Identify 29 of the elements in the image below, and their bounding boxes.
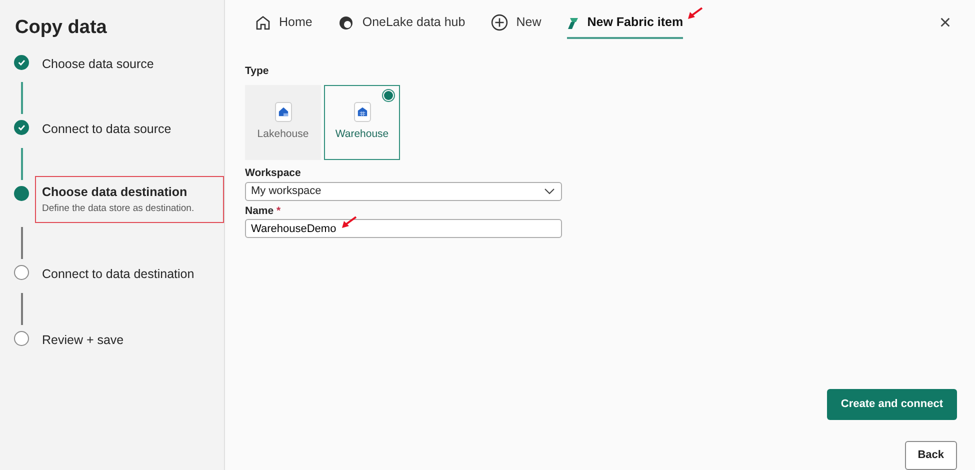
close-button[interactable]: × (933, 12, 957, 34)
warehouse-icon (356, 106, 368, 118)
name-label: Name * (245, 204, 282, 218)
tab[interactable]: New Fabric item (567, 7, 684, 39)
step-label: Choose data destination (42, 184, 188, 201)
step-label: Choose data source (42, 56, 155, 72)
tab[interactable]: New (491, 7, 542, 39)
type-label: Type (245, 64, 270, 79)
hub-icon (338, 14, 354, 30)
home-icon (255, 14, 271, 30)
type-option[interactable]: Lakehouse (245, 84, 321, 160)
type-option[interactable]: Warehouse (324, 84, 400, 160)
tab[interactable]: Home (255, 7, 312, 39)
fabric-icon (567, 16, 580, 30)
step-label: Connect to data source (42, 121, 172, 138)
plus-icon (491, 14, 508, 31)
step-description: Define the data store as destination. (42, 202, 196, 216)
step-label: Connect to data destination (42, 266, 196, 283)
name-input[interactable]: WarehouseDemo (245, 219, 562, 238)
house-icon (278, 106, 288, 118)
workspace-dropdown[interactable]: My workspace (245, 182, 562, 200)
radio-button[interactable] (382, 88, 395, 102)
step-label: Review + save (42, 332, 125, 349)
workspace-label: Workspace (245, 166, 302, 181)
create-button[interactable]: Create and connect (826, 389, 957, 420)
chevron-down-icon (544, 188, 555, 194)
tab[interactable]: OneLake data hub (338, 7, 466, 39)
back-button[interactable]: Back (904, 441, 957, 470)
sidebar-title: Copy data (15, 16, 108, 40)
